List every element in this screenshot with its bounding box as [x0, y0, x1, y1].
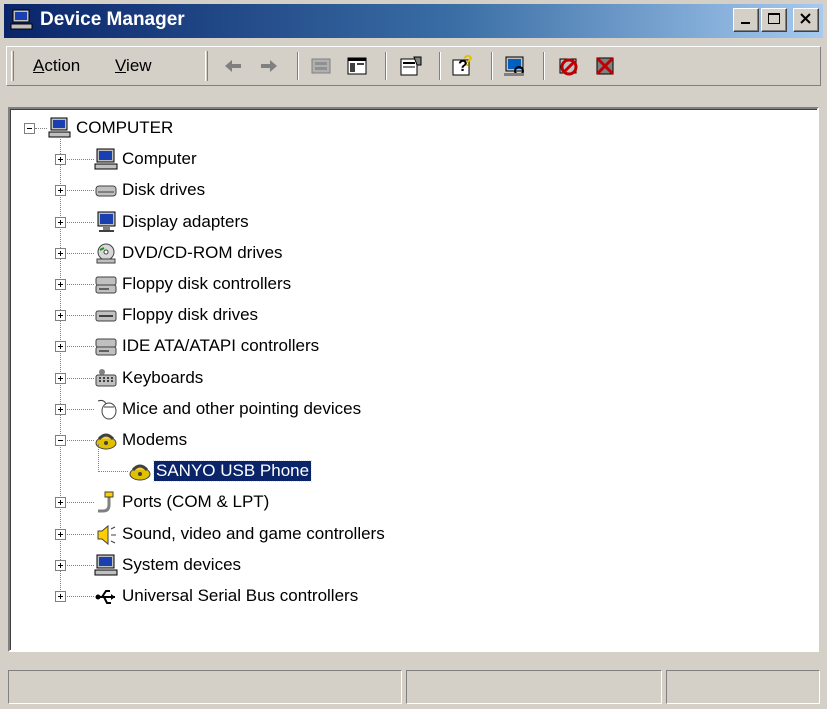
minimize-icon — [741, 22, 750, 24]
status-panel — [666, 670, 820, 704]
up-folder-icon[interactable] — [307, 53, 335, 79]
window-title: Device Manager — [40, 9, 185, 30]
modem-icon — [129, 464, 151, 481]
tree-category-item[interactable]: Mice and other pointing devices — [10, 396, 530, 422]
tree-item-label: COMPUTER — [76, 118, 174, 137]
tree-item-label: Computer — [122, 149, 197, 169]
expand-toggle[interactable] — [55, 497, 66, 509]
tree-category-item[interactable]: DVD/CD-ROM drives — [10, 240, 530, 266]
tree-category-item[interactable]: Computer — [10, 146, 530, 172]
tree-item-label: Display adapters — [122, 211, 249, 231]
status-panel — [406, 670, 662, 704]
status-panel — [8, 670, 402, 704]
tree-item-label: DVD/CD-ROM drives — [122, 242, 283, 262]
cdrom-icon — [96, 243, 116, 264]
scan-hardware-icon[interactable] — [501, 53, 529, 79]
title-bar[interactable]: Device Manager — [4, 4, 823, 38]
disk-drive-icon — [95, 185, 117, 197]
menu-action[interactable]: Action — [33, 56, 80, 76]
collapse-toggle[interactable] — [55, 435, 66, 446]
tree-category-item[interactable]: Display adapters — [10, 209, 530, 235]
expand-toggle[interactable] — [55, 185, 66, 197]
device-manager-window: Device Manager Action View ?? COMPUTER C… — [0, 0, 827, 709]
tree-category-item[interactable]: Floppy disk drives — [10, 302, 530, 328]
menu-view[interactable]: View — [115, 56, 152, 76]
tree-category-item[interactable]: Ports (COM & LPT) — [10, 489, 530, 515]
tree-item-label: Universal Serial Bus controllers — [122, 586, 359, 605]
forward-arrow-icon[interactable] — [255, 53, 283, 79]
close-icon — [800, 13, 811, 24]
tree-item-label: Ports (COM & LPT) — [122, 492, 270, 512]
minimize-button[interactable] — [733, 8, 759, 32]
tree-item-label: Mice and other pointing devices — [122, 398, 362, 418]
tree-category-item[interactable]: System devices — [10, 552, 530, 578]
back-arrow-icon[interactable] — [219, 53, 247, 79]
tree-item-label: Modems — [122, 430, 188, 449]
device-manager-icon — [10, 9, 33, 30]
tree-item-label: Sound, video and game controllers — [122, 523, 385, 543]
expand-toggle[interactable] — [55, 403, 66, 415]
expand-toggle[interactable] — [55, 310, 66, 322]
show-hide-tree-icon[interactable] — [343, 53, 371, 79]
tree-root[interactable]: COMPUTER — [10, 115, 310, 141]
controller-icon — [95, 276, 117, 294]
keyboard-icon — [95, 368, 117, 387]
computer-icon — [94, 554, 118, 576]
expand-toggle[interactable] — [55, 559, 66, 571]
close-button[interactable] — [793, 8, 819, 32]
tree-category-item[interactable]: Keyboards — [10, 365, 530, 391]
tree-item-label: Floppy disk drives — [122, 305, 259, 325]
svg-text:?: ? — [463, 53, 473, 70]
toolbar-grip[interactable] — [11, 51, 14, 81]
collapse-toggle[interactable] — [24, 123, 35, 134]
tree-item-label: Keyboards — [122, 367, 204, 387]
expand-toggle[interactable] — [55, 372, 66, 384]
speaker-icon — [97, 524, 116, 545]
properties-icon[interactable] — [397, 53, 425, 79]
expand-toggle[interactable] — [55, 279, 66, 290]
tree-item-label: Floppy disk controllers — [122, 274, 292, 293]
status-bar — [8, 670, 820, 704]
tree-item-label: SANYO USB Phone — [152, 460, 313, 483]
toolbar-grip[interactable] — [205, 51, 208, 81]
computer-icon — [48, 117, 71, 138]
maximize-button[interactable] — [761, 8, 787, 32]
tree-category-item[interactable]: Disk drives — [10, 177, 530, 203]
computer-icon — [94, 148, 118, 170]
tree-category-item[interactable]: Modems — [10, 427, 530, 453]
mouse-icon — [97, 399, 117, 420]
tree-category-item[interactable]: Universal Serial Bus controllers — [10, 583, 530, 609]
tree-category-item[interactable]: Sound, video and game controllers — [10, 521, 530, 547]
tree-item-label: System devices — [122, 554, 242, 574]
help-icon[interactable]: ?? — [449, 53, 477, 79]
uninstall-icon[interactable] — [555, 53, 583, 79]
expand-toggle[interactable] — [55, 154, 66, 166]
controller-icon — [95, 338, 117, 356]
display-adapter-icon — [97, 211, 116, 232]
expand-toggle[interactable] — [55, 216, 66, 228]
disable-icon[interactable] — [591, 53, 619, 79]
expand-toggle[interactable] — [55, 591, 66, 602]
device-tree[interactable]: COMPUTER Computer Disk drives Display adapt… — [8, 107, 819, 652]
expand-toggle[interactable] — [55, 247, 66, 259]
port-icon — [98, 491, 114, 513]
tree-device-item[interactable]: SANYO USB Phone — [10, 444, 530, 484]
tree-category-item[interactable]: Floppy disk controllers — [10, 271, 530, 297]
expand-toggle[interactable] — [55, 528, 66, 540]
floppy-drive-icon — [95, 310, 117, 322]
expand-toggle[interactable] — [55, 341, 66, 353]
maximize-icon — [768, 13, 780, 24]
tree-item-label: Disk drives — [122, 180, 206, 200]
tree-category-item[interactable]: IDE ATA/ATAPI controllers — [10, 333, 530, 359]
tree-item-label: IDE ATA/ATAPI controllers — [122, 336, 320, 356]
usb-icon — [95, 590, 115, 604]
toolbar: Action View ?? — [6, 46, 821, 86]
